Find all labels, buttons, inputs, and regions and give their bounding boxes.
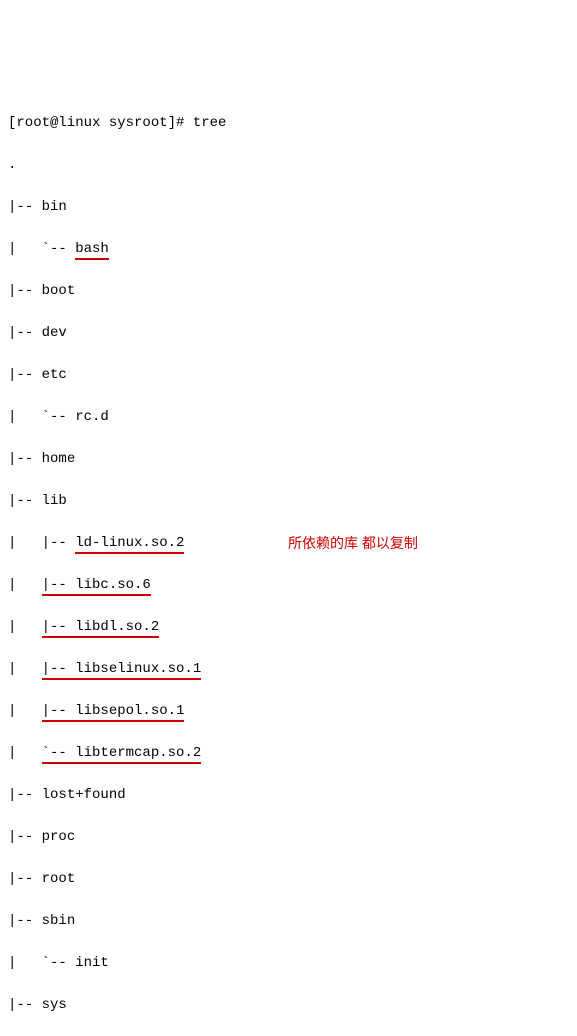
- annotation-text: 所依赖的库 都以复制: [288, 533, 418, 554]
- tree-root-dot: .: [8, 155, 569, 176]
- tree-line-lib-libselinux: | |-- libselinux.so.1: [8, 659, 288, 680]
- tree-line-lib-libtermcap: | `-- libtermcap.so.2: [8, 743, 288, 764]
- shell-prompt: [root@linux sysroot]# tree: [8, 113, 569, 134]
- tree-line-proc: |-- proc: [8, 827, 569, 848]
- highlight-libtermcap: `-- libtermcap.so.2: [42, 745, 202, 764]
- highlight-libdl: |-- libdl.so.2: [42, 619, 160, 638]
- tree-line-lostfound: |-- lost+found: [8, 785, 569, 806]
- tree-line-bin: |-- bin: [8, 197, 569, 218]
- tree-line-lib-libsepol: | |-- libsepol.so.1: [8, 701, 288, 722]
- tree-line-root: |-- root: [8, 869, 569, 890]
- tree-line-dev: |-- dev: [8, 323, 569, 344]
- tree-lib-block: | |-- ld-linux.so.2 | |-- libc.so.6 | |-…: [8, 533, 569, 764]
- highlight-ldlinux: ld-linux.so.2: [75, 535, 184, 554]
- tree-line-lib-ldlinux: | |-- ld-linux.so.2: [8, 533, 288, 554]
- tree-line-sbin-init: | `-- init: [8, 953, 569, 974]
- highlight-bash: bash: [75, 241, 109, 260]
- tree-line-lib: |-- lib: [8, 491, 569, 512]
- tree-line-lib-libc: | |-- libc.so.6: [8, 575, 288, 596]
- tree-line-home: |-- home: [8, 449, 569, 470]
- tree-line-etc-rcd: | `-- rc.d: [8, 407, 569, 428]
- highlight-libc: |-- libc.so.6: [42, 577, 151, 596]
- tree-line-lib-libdl: | |-- libdl.so.2: [8, 617, 288, 638]
- tree-line-etc: |-- etc: [8, 365, 569, 386]
- highlight-libselinux: |-- libselinux.so.1: [42, 661, 202, 680]
- tree-line-sbin: |-- sbin: [8, 911, 569, 932]
- tree-line-boot: |-- boot: [8, 281, 569, 302]
- highlight-libsepol: |-- libsepol.so.1: [42, 703, 185, 722]
- terminal-output: [root@linux sysroot]# tree . |-- bin | `…: [8, 92, 569, 1036]
- tree-line-bin-bash: | `-- bash: [8, 239, 569, 260]
- tree-line-sys: |-- sys: [8, 995, 569, 1016]
